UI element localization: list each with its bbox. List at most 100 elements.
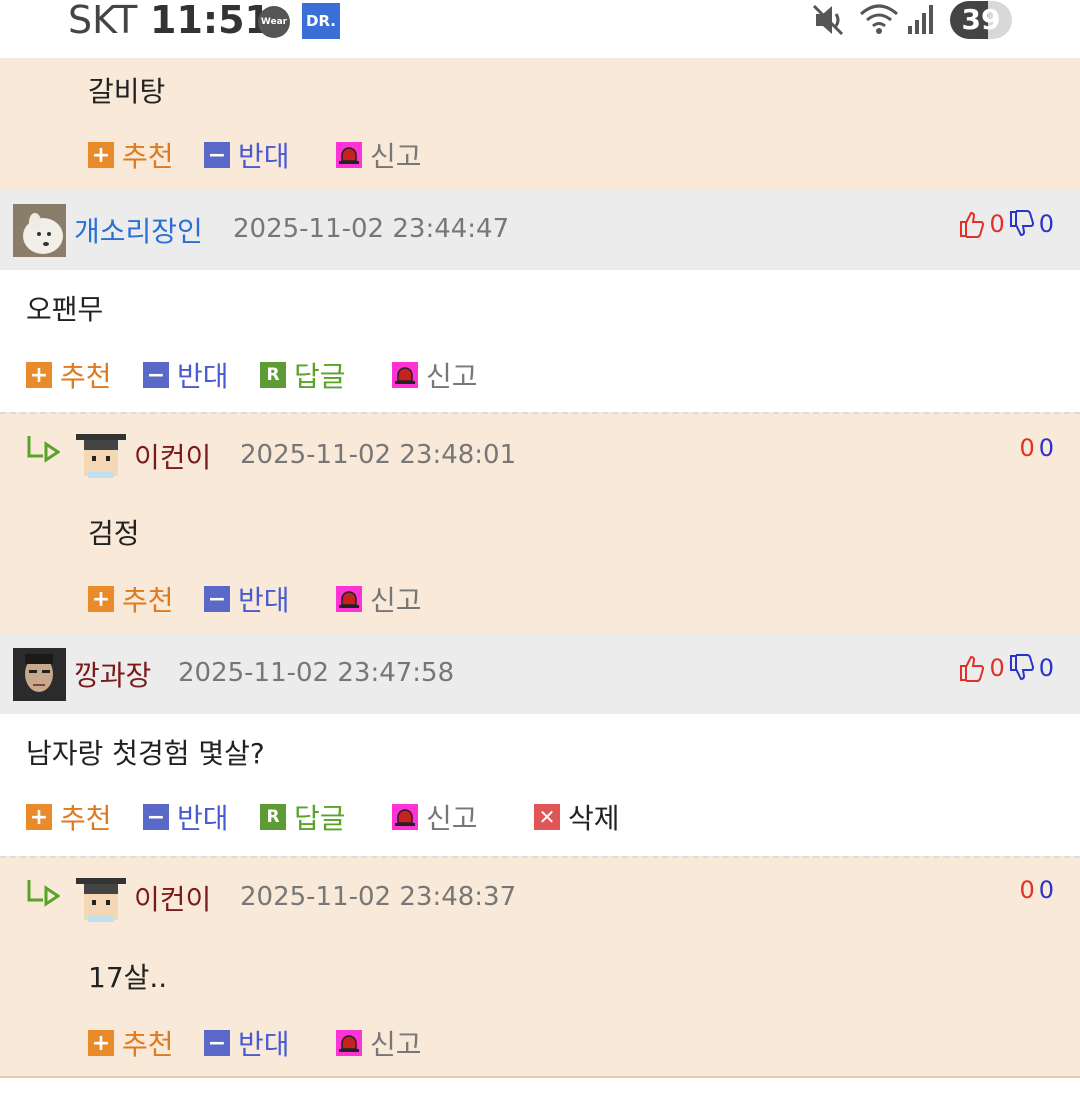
minus-icon: −	[204, 142, 230, 168]
graduate-avatar-icon[interactable]	[74, 428, 126, 480]
status-bar: SKT 11:51 Wear DR. 39	[0, 0, 1080, 58]
app-badge-icon: DR.	[302, 3, 340, 39]
delete-button[interactable]: ✕ 삭제	[534, 800, 620, 835]
siren-icon	[336, 1030, 362, 1056]
downvote-count: 0	[1038, 654, 1054, 682]
comment-actions: + 추천 − 반대 R 답글 신고 ✕ 삭제	[26, 800, 726, 835]
oppose-label: 반대	[177, 360, 229, 393]
report-label: 신고	[370, 140, 422, 173]
author-name[interactable]: 이컨이	[134, 436, 211, 476]
reply-r-icon: R	[260, 804, 286, 830]
reply-actions: + 추천 − 반대 신고	[88, 1026, 588, 1061]
reply-date: 2025-11-02 23:48:37	[240, 882, 517, 912]
plus-icon: +	[88, 586, 114, 612]
recommend-label: 추천	[60, 360, 112, 393]
report-button[interactable]: 신고	[392, 800, 478, 835]
plus-icon: +	[26, 804, 52, 830]
siren-icon	[336, 142, 362, 168]
reply-actions: + 추천 − 반대 신고	[88, 138, 588, 173]
oppose-button[interactable]: − 반대	[204, 1026, 290, 1061]
plus-icon: +	[26, 362, 52, 388]
oppose-button[interactable]: − 반대	[143, 358, 229, 393]
reply-label: 답글	[294, 360, 346, 393]
reply-card: 이컨이 2025-11-02 23:48:37 0 0 17살.. + 추천 − 반…	[0, 856, 1080, 1078]
recommend-label: 추천	[122, 584, 174, 617]
recommend-button[interactable]: + 추천	[26, 800, 112, 835]
plus-icon: +	[88, 142, 114, 168]
report-label: 신고	[370, 1028, 422, 1061]
oppose-label: 반대	[177, 802, 229, 835]
plus-icon: +	[88, 1030, 114, 1056]
recommend-button[interactable]: + 추천	[26, 358, 112, 393]
report-button[interactable]: 신고	[336, 582, 422, 617]
reply-actions: + 추천 − 반대 신고	[88, 582, 588, 617]
reply-arrow-icon	[27, 880, 60, 907]
oppose-button[interactable]: − 반대	[143, 800, 229, 835]
thumbs-up-icon[interactable]	[959, 654, 985, 682]
comment-header: 깡과장 2025-11-02 23:47:58 0 0	[0, 634, 1080, 714]
avatar[interactable]	[13, 204, 66, 257]
comment-actions: + 추천 − 반대 R 답글 신고	[26, 358, 586, 393]
comment-text: 오팬무	[26, 293, 104, 326]
siren-icon	[336, 586, 362, 612]
reply-card: 이컨이 2025-11-02 23:48:01 0 0 검정 + 추천 − 반대 신…	[0, 412, 1080, 634]
oppose-label: 반대	[238, 584, 290, 617]
wifi-icon	[860, 4, 898, 34]
reply-button[interactable]: R 답글	[260, 358, 346, 393]
avatar[interactable]	[13, 648, 66, 701]
recommend-label: 추천	[60, 802, 112, 835]
minus-icon: −	[143, 362, 169, 388]
author-name[interactable]: 개소리장인	[74, 210, 203, 250]
comment-card: 오팬무 + 추천 − 반대 R 답글 신고	[0, 270, 1080, 412]
upvote-count: 0	[1019, 876, 1035, 904]
vote-counts: 0 0	[1019, 434, 1054, 462]
reply-button[interactable]: R 답글	[260, 800, 346, 835]
recommend-label: 추천	[122, 1028, 174, 1061]
reply-text: 검정	[88, 517, 140, 550]
comment-date: 2025-11-02 23:47:58	[178, 658, 455, 688]
author-name[interactable]: 이컨이	[134, 878, 211, 918]
reply-text: 17살..	[88, 961, 168, 994]
vote-counts: 0 0	[959, 210, 1054, 238]
minus-icon: −	[204, 586, 230, 612]
report-button[interactable]: 신고	[336, 138, 422, 173]
recommend-button[interactable]: + 추천	[88, 138, 174, 173]
report-label: 신고	[426, 360, 478, 393]
reply-date: 2025-11-02 23:48:01	[240, 440, 517, 470]
reply-arrow-icon	[27, 436, 60, 463]
oppose-label: 반대	[238, 1028, 290, 1061]
downvote-count: 0	[1038, 876, 1054, 904]
reply-text: 갈비탕	[88, 75, 166, 108]
thumbs-down-icon[interactable]	[1009, 654, 1035, 682]
thumbs-up-icon[interactable]	[959, 210, 985, 238]
report-button[interactable]: 신고	[392, 358, 478, 393]
graduate-avatar-icon[interactable]	[74, 872, 126, 924]
comment-header: 개소리장인 2025-11-02 23:44:47 0 0	[0, 190, 1080, 270]
minus-icon: −	[204, 1030, 230, 1056]
mute-icon	[812, 4, 844, 36]
signal-icon	[908, 5, 933, 34]
carrier-label: SKT	[68, 0, 138, 42]
comment-text: 남자랑 첫경험 몇살?	[26, 737, 265, 770]
vote-counts: 0 0	[959, 654, 1054, 682]
siren-icon	[392, 804, 418, 830]
oppose-button[interactable]: − 반대	[204, 138, 290, 173]
author-name[interactable]: 깡과장	[74, 654, 151, 694]
battery-level: 39	[961, 3, 1001, 36]
recommend-button[interactable]: + 추천	[88, 582, 174, 617]
siren-icon	[392, 362, 418, 388]
report-button[interactable]: 신고	[336, 1026, 422, 1061]
bottom-spacer	[0, 1078, 1080, 1098]
oppose-button[interactable]: − 반대	[204, 582, 290, 617]
recommend-button[interactable]: + 추천	[88, 1026, 174, 1061]
minus-icon: −	[143, 804, 169, 830]
thumbs-down-icon[interactable]	[1009, 210, 1035, 238]
reply-card-top: 갈비탕 + 추천 − 반대 신고	[0, 58, 1080, 190]
upvote-count: 0	[989, 654, 1005, 682]
upvote-count: 0	[1019, 434, 1035, 462]
vote-counts: 0 0	[1019, 876, 1054, 904]
reply-label: 답글	[294, 802, 346, 835]
battery-indicator: 39	[950, 1, 1012, 39]
upvote-count: 0	[989, 210, 1005, 238]
comment-card: 남자랑 첫경험 몇살? + 추천 − 반대 R 답글 신고 ✕ 삭제	[0, 714, 1080, 856]
